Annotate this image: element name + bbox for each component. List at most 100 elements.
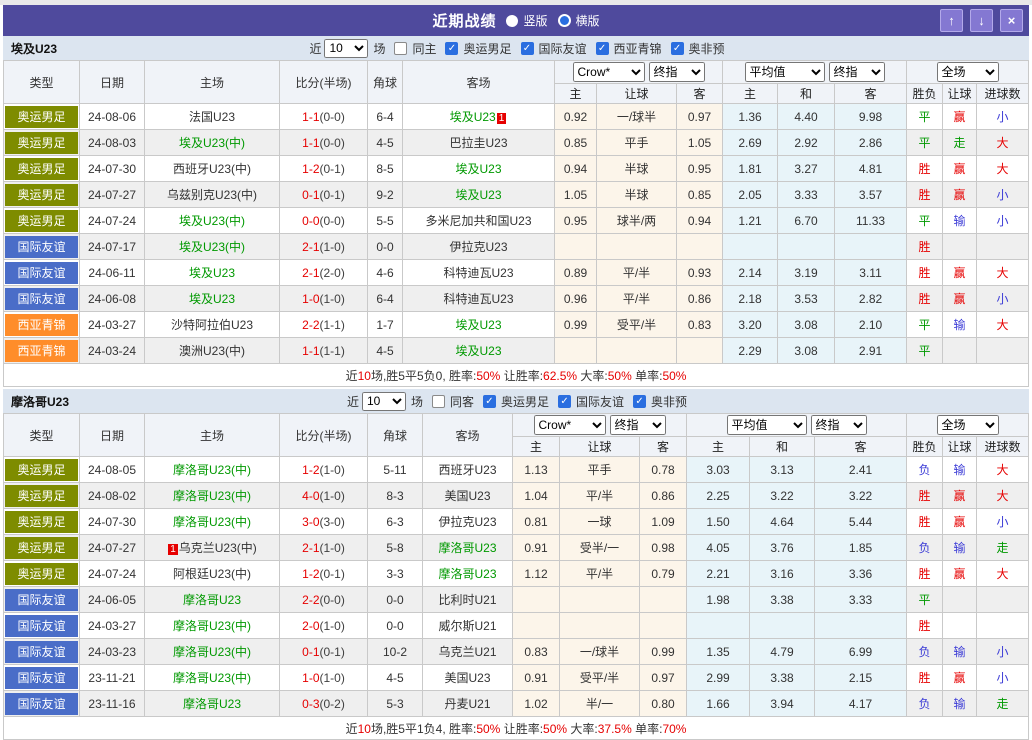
competition-filter-checkbox[interactable]: ✓ [520, 41, 534, 55]
corner-cell: 0-0 [367, 612, 423, 639]
away-team: 埃及U23 [402, 181, 555, 208]
odds-source-select[interactable]: 终指 [648, 62, 705, 82]
odds-source-select[interactable]: 终指 [810, 415, 867, 435]
close-button[interactable]: × [1000, 9, 1023, 32]
corner-cell: 4-5 [367, 337, 403, 364]
odds-source-select[interactable]: 终指 [828, 62, 885, 82]
competition-filter-label: 奥运男足 [463, 41, 512, 56]
match-row: 奥运男足 24-07-24 阿根廷U23(中) 1-2(0-1) 3-3 摩洛哥U23 1.… [3, 560, 1030, 587]
result-cell [942, 586, 978, 613]
competition-filter-checkbox[interactable]: ✓ [445, 41, 459, 55]
match-count-select[interactable]: 10 [361, 391, 406, 411]
column-header: 主 [686, 436, 751, 457]
team-name-text: 乌克兰U23(中) [178, 541, 257, 555]
result-cell [942, 612, 978, 639]
layout-horizontal-radio[interactable]: 横版 [557, 12, 600, 29]
sections-container: 埃及U23 近 10 场同主 ✓ 奥运男足 ✓ 国际友谊 ✓ 西亚青锦 ✓ 奥非预 类型 日期 主场 比分(半… [2, 36, 1030, 740]
handicap-odds-cell: 受半/一 [559, 534, 640, 561]
result-cell: 胜 [906, 155, 944, 182]
handicap-odds-cell: 球半/两 [596, 207, 677, 234]
result-cell: 胜 [906, 259, 944, 286]
odds-source-select[interactable]: Crow* [572, 62, 645, 82]
team-name-text: 威尔斯U21 [438, 619, 497, 633]
competition-filter-checkbox[interactable]: ✓ [558, 394, 572, 408]
halftime-score: (1-1) [319, 343, 345, 358]
odds-source-select[interactable]: 终指 [609, 415, 666, 435]
team-name-text: 埃及U23 [455, 162, 502, 176]
average-odds-cell [814, 612, 908, 639]
away-team: 科特迪瓦U23 [402, 285, 555, 312]
corner-cell: 0-0 [367, 233, 403, 260]
handicap-odds-cell: 0.79 [638, 560, 688, 587]
move-up-button[interactable]: ↑ [940, 9, 963, 32]
average-odds-cell: 2.99 [686, 664, 751, 691]
halftime-score: (1-0) [319, 670, 345, 685]
competition-filter-checkbox[interactable]: ✓ [595, 41, 609, 55]
summary-text: 大率: [567, 721, 598, 736]
score-cell: 0-0(0-0) [279, 207, 368, 234]
odds-source-select[interactable]: Crow* [533, 415, 606, 435]
match-count-select[interactable]: 10 [324, 38, 369, 58]
match-date: 24-07-30 [79, 155, 145, 182]
corner-cell: 1-7 [367, 311, 403, 338]
odds-source-select[interactable]: 全场 [936, 415, 999, 435]
match-row: 国际友谊 24-03-23 摩洛哥U23(中) 0-1(0-1) 10-2 乌克兰U21 0… [3, 638, 1030, 665]
handicap-odds-cell: 0.94 [554, 155, 597, 182]
average-odds-cell [777, 233, 836, 260]
team-name-text: 埃及U23 [455, 188, 502, 202]
summary-text: 让胜率: [500, 721, 544, 736]
odds-source-select[interactable]: 平均值 [726, 415, 807, 435]
handicap-odds-cell: 0.92 [554, 103, 597, 130]
layout-vertical-radio[interactable]: 竖版 [506, 12, 548, 29]
handicap-odds-cell [559, 586, 640, 613]
score-cell: 1-1(1-1) [279, 337, 368, 364]
result-cell: 平 [906, 129, 944, 156]
competition-filter-checkbox[interactable]: ✓ [633, 394, 647, 408]
result-cell: 赢 [942, 508, 978, 535]
handicap-odds-cell [512, 586, 560, 613]
titlebar: 近期战绩 竖版 横版 ↑ ↓ × [3, 5, 1029, 36]
summary-text: 单率: [631, 721, 663, 736]
away-team: 丹麦U21 [422, 690, 513, 717]
competition-filter-checkbox[interactable]: ✓ [670, 41, 684, 55]
halftime-score: (0-0) [319, 592, 345, 607]
odds-source-select[interactable]: 平均值 [744, 62, 825, 82]
match-row: 国际友谊 24-07-17 埃及U23(中) 2-1(1-0) 0-0 伊拉克U23 胜 [3, 233, 1030, 260]
average-odds-cell: 2.05 [722, 181, 779, 208]
same-venue-checkbox[interactable] [394, 41, 408, 55]
handicap-odds-cell: 0.83 [675, 311, 724, 338]
column-header: 进球数 [976, 83, 1030, 104]
average-odds-cell [686, 612, 751, 639]
same-venue-checkbox[interactable] [431, 394, 445, 408]
result-cell: 输 [942, 311, 978, 338]
match-type-badge: 国际友谊 [5, 261, 78, 284]
handicap-odds-cell [638, 586, 688, 613]
move-down-button[interactable]: ↓ [970, 9, 993, 32]
odds-source-select[interactable]: 全场 [936, 62, 999, 82]
handicap-odds-cell [638, 612, 688, 639]
team-name-text: 埃及U23 [455, 344, 502, 358]
match-date: 24-06-08 [79, 285, 145, 312]
match-type-badge: 国际友谊 [5, 614, 78, 637]
summary-cell: 近10场,胜5平1负4, 胜率:50% 让胜率:50% 大率:37.5% 单率:… [2, 716, 1030, 740]
radio-selected-icon [557, 14, 571, 27]
odds-source-cell: 平均值 终指 [722, 60, 908, 84]
result-cell: 负 [906, 690, 944, 717]
result-cell: 赢 [942, 285, 978, 312]
match-date: 24-07-24 [79, 207, 145, 234]
match-row: 国际友谊 24-06-11 埃及U23 2-1(2-0) 4-6 科特迪瓦U23 0.89 平… [3, 259, 1030, 286]
handicap-odds-cell: 0.91 [512, 534, 560, 561]
home-team: 西班牙U23(中) [144, 155, 280, 182]
match-type-cell: 奥运男足 [3, 103, 80, 130]
result-cell [976, 586, 1030, 613]
score-cell: 2-0(1-0) [279, 612, 368, 639]
summary-text: 37.5% [597, 721, 632, 736]
competition-filter-checkbox[interactable]: ✓ [483, 394, 496, 408]
result-cell: 小 [976, 664, 1030, 691]
handicap-odds-cell: 0.91 [512, 664, 560, 691]
summary-text: 单率: [631, 368, 663, 383]
handicap-odds-cell: 1.12 [512, 560, 560, 587]
average-odds-cell: 1.81 [722, 155, 779, 182]
average-odds-cell: 3.57 [834, 181, 908, 208]
result-cell: 输 [942, 534, 978, 561]
